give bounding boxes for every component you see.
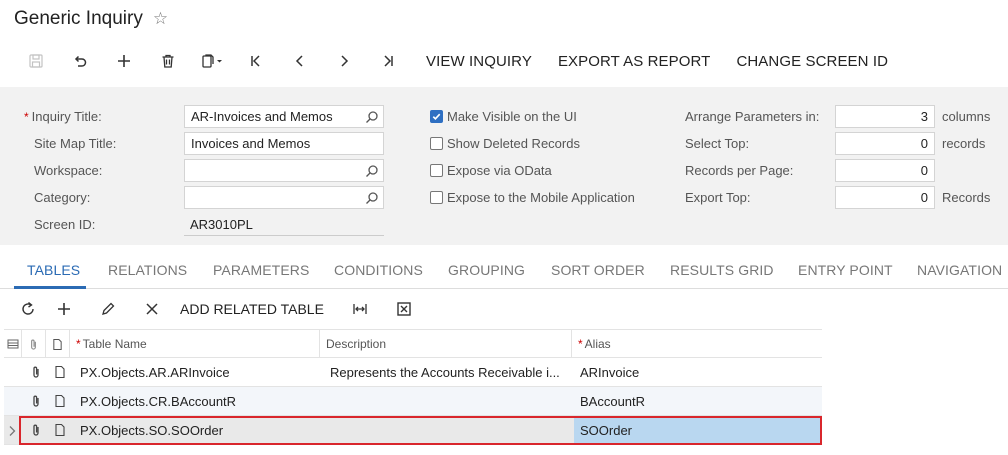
- table-name-cell[interactable]: PX.Objects.SO.SOOrder: [74, 416, 320, 444]
- attachment-icon[interactable]: [30, 365, 42, 379]
- expose-mobile-checkbox[interactable]: Expose to the Mobile Application: [430, 190, 635, 205]
- alias-cell[interactable]: ARInvoice: [574, 358, 822, 386]
- site-map-title-label: Site Map Title:: [34, 136, 117, 151]
- table-row-selected[interactable]: PX.Objects.SO.SOOrder SOOrder: [4, 416, 822, 445]
- attachment-column-icon: [22, 330, 46, 358]
- records-per-page-label: Records per Page:: [685, 163, 794, 178]
- select-top-label: Select Top:: [685, 136, 750, 151]
- tab-bar: TABLES RELATIONS PARAMETERS CONDITIONS G…: [0, 245, 1008, 289]
- site-map-title-input[interactable]: Invoices and Memos: [184, 132, 384, 155]
- main-toolbar: VIEW INQUIRY EXPORT AS REPORT CHANGE SCR…: [14, 48, 888, 74]
- last-record-icon[interactable]: [366, 48, 410, 74]
- description-cell[interactable]: [324, 416, 572, 444]
- view-inquiry-button[interactable]: VIEW INQUIRY: [426, 53, 532, 70]
- save-icon[interactable]: [14, 48, 58, 74]
- attachment-icon[interactable]: [30, 394, 42, 408]
- category-input[interactable]: [184, 186, 384, 209]
- edit-icon[interactable]: [86, 297, 130, 321]
- table-name-cell[interactable]: PX.Objects.CR.BAccountR: [74, 387, 320, 415]
- active-tab-indicator: [14, 286, 86, 289]
- search-icon[interactable]: [365, 164, 379, 178]
- favorite-star-icon[interactable]: ☆: [153, 9, 168, 29]
- alias-header[interactable]: * Alias: [572, 330, 822, 358]
- select-top-input[interactable]: 0: [835, 132, 935, 155]
- description-header[interactable]: Description: [320, 330, 572, 358]
- alias-cell[interactable]: SOOrder: [574, 416, 822, 444]
- make-visible-checkbox[interactable]: Make Visible on the UI: [430, 109, 577, 124]
- grid-toolbar: ADD RELATED TABLE: [14, 297, 426, 321]
- export-top-label: Export Top:: [685, 190, 751, 205]
- export-excel-icon[interactable]: [382, 297, 426, 321]
- table-row[interactable]: PX.Objects.AR.ARInvoice Represents the A…: [4, 358, 822, 387]
- previous-record-icon[interactable]: [278, 48, 322, 74]
- search-icon[interactable]: [365, 191, 379, 205]
- description-cell[interactable]: [324, 387, 572, 415]
- checkbox-unchecked-icon[interactable]: [430, 137, 443, 150]
- title-bar: Generic Inquiry ☆: [14, 8, 168, 30]
- table-row[interactable]: PX.Objects.CR.BAccountR BAccountR: [4, 387, 822, 416]
- export-top-unit: Records: [942, 190, 991, 205]
- export-top-input[interactable]: 0: [835, 186, 935, 209]
- tab-sort-order[interactable]: SORT ORDER: [551, 262, 645, 278]
- note-column-icon: [46, 330, 70, 358]
- tab-results-grid[interactable]: RESULTS GRID: [670, 262, 774, 278]
- tab-parameters[interactable]: PARAMETERS: [213, 262, 309, 278]
- column-settings-icon[interactable]: [4, 330, 22, 358]
- grid-header: * Table Name Description * Alias: [4, 329, 822, 358]
- copy-paste-icon[interactable]: [190, 48, 234, 74]
- first-record-icon[interactable]: [234, 48, 278, 74]
- fit-columns-icon[interactable]: [338, 297, 382, 321]
- export-as-report-button[interactable]: EXPORT AS REPORT: [558, 53, 711, 70]
- inquiry-title-input[interactable]: AR-Invoices and Memos: [184, 105, 384, 128]
- checkbox-unchecked-icon[interactable]: [430, 164, 443, 177]
- attachment-icon[interactable]: [30, 423, 42, 437]
- note-icon[interactable]: [54, 365, 66, 379]
- category-label: Category:: [34, 190, 91, 205]
- records-per-page-input[interactable]: 0: [835, 159, 935, 182]
- workspace-label: Workspace:: [34, 163, 103, 178]
- delete-row-icon[interactable]: [130, 297, 174, 321]
- workspace-input[interactable]: [184, 159, 384, 182]
- refresh-icon[interactable]: [14, 297, 42, 321]
- checkbox-checked-icon[interactable]: [430, 110, 443, 123]
- table-name-cell[interactable]: PX.Objects.AR.ARInvoice: [74, 358, 320, 386]
- expose-odata-checkbox[interactable]: Expose via OData: [430, 163, 552, 178]
- page-title: Generic Inquiry: [14, 8, 143, 29]
- inquiry-title-label: * Inquiry Title:: [24, 109, 102, 124]
- show-deleted-checkbox[interactable]: Show Deleted Records: [430, 136, 580, 151]
- add-related-table-button[interactable]: ADD RELATED TABLE: [180, 301, 324, 317]
- screen-id-value: AR3010PL: [184, 213, 384, 236]
- add-icon[interactable]: [102, 48, 146, 74]
- search-icon[interactable]: [365, 110, 379, 124]
- change-screen-id-button[interactable]: CHANGE SCREEN ID: [736, 53, 888, 70]
- tab-grouping[interactable]: GROUPING: [448, 262, 525, 278]
- note-icon[interactable]: [54, 394, 66, 408]
- note-icon[interactable]: [54, 423, 66, 437]
- next-record-icon[interactable]: [322, 48, 366, 74]
- alias-cell[interactable]: BAccountR: [574, 387, 822, 415]
- tab-conditions[interactable]: CONDITIONS: [334, 262, 423, 278]
- description-cell[interactable]: Represents the Accounts Receivable i...: [324, 358, 572, 386]
- select-top-unit: records: [942, 136, 986, 151]
- arrange-parameters-input[interactable]: 3: [835, 105, 935, 128]
- add-row-icon[interactable]: [42, 297, 86, 321]
- undo-icon[interactable]: [58, 48, 102, 74]
- tab-relations[interactable]: RELATIONS: [108, 262, 187, 278]
- tables-grid: * Table Name Description * Alias PX.Object…: [4, 329, 822, 445]
- arrange-parameters-unit: columns: [942, 109, 991, 124]
- tab-entry-point[interactable]: ENTRY POINT: [798, 262, 893, 278]
- inquiry-form: * Inquiry Title: AR-Invoices and Memos Si…: [0, 87, 1008, 245]
- current-row-chevron-icon: [9, 426, 16, 436]
- table-name-header[interactable]: * Table Name: [70, 330, 320, 358]
- tab-tables[interactable]: TABLES: [27, 262, 80, 278]
- tab-navigation[interactable]: NAVIGATION: [917, 262, 1002, 278]
- screen-id-label: Screen ID:: [34, 217, 96, 232]
- delete-icon[interactable]: [146, 48, 190, 74]
- arrange-parameters-label: Arrange Parameters in:: [685, 109, 820, 124]
- checkbox-unchecked-icon[interactable]: [430, 191, 443, 204]
